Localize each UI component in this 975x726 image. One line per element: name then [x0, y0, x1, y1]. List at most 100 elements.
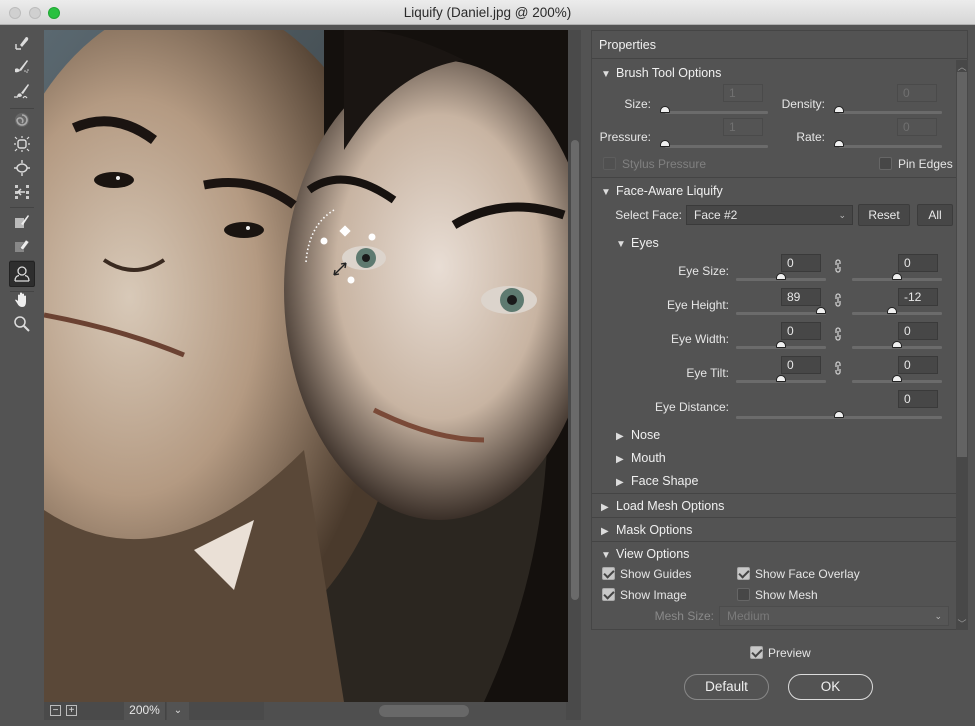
zoom-level-field[interactable]: 200%: [124, 702, 166, 720]
pin-edges-label: Pin Edges: [898, 157, 953, 171]
select-face-dropdown[interactable]: Face #2 ⌄: [686, 205, 853, 225]
push-left-tool[interactable]: [9, 181, 35, 203]
eye-row-right-field[interactable]: -12: [898, 288, 938, 306]
eye-row-right-slider[interactable]: [852, 312, 942, 315]
twirl-clockwise-tool[interactable]: [9, 109, 35, 131]
eye-row-left-field[interactable]: 0: [781, 322, 821, 340]
face-shape-header[interactable]: ▶ Face Shape: [592, 470, 956, 494]
chevron-down-icon: ⌄: [838, 210, 846, 220]
stylus-pressure-label: Stylus Pressure: [622, 157, 707, 171]
pin-edges-checkbox[interactable]: [879, 157, 892, 170]
disclosure-collapsed-icon: ▶: [616, 454, 624, 465]
eye-row-left-slider[interactable]: [736, 312, 826, 315]
all-button[interactable]: All: [917, 204, 953, 226]
eye-row-right-field[interactable]: 0: [898, 254, 938, 272]
default-button[interactable]: Default: [684, 674, 769, 700]
thaw-mask-tool[interactable]: [9, 234, 35, 256]
size-slider[interactable]: [665, 111, 768, 114]
rate-field[interactable]: 0: [897, 118, 937, 136]
canvas-vertical-scrollbar[interactable]: [568, 30, 581, 702]
smooth-tool[interactable]: [9, 80, 35, 102]
size-slider-knob[interactable]: [660, 106, 670, 113]
mesh-size-dropdown[interactable]: Medium ⌄: [719, 606, 949, 626]
canvas-horizontal-scroll-thumb[interactable]: [379, 705, 469, 717]
link-chain-icon[interactable]: [833, 292, 843, 308]
ok-button[interactable]: OK: [788, 674, 873, 700]
face-aware-liquify-header[interactable]: ▼ Face-Aware Liquify: [592, 180, 956, 204]
link-chain-icon[interactable]: [833, 326, 843, 342]
eye-row-left-field[interactable]: 0: [781, 356, 821, 374]
mouth-label: Mouth: [631, 451, 666, 465]
eye-row-right-slider-knob[interactable]: [892, 375, 902, 382]
hand-tool[interactable]: [9, 289, 35, 311]
eye-row-right-slider-knob[interactable]: [892, 273, 902, 280]
eye-row-right-slider-knob[interactable]: [892, 341, 902, 348]
nose-header[interactable]: ▶ Nose: [592, 424, 956, 448]
face-icon: [14, 266, 30, 282]
rate-slider[interactable]: [839, 145, 942, 148]
select-face-label: Select Face:: [615, 208, 682, 222]
zoom-tool[interactable]: [9, 313, 35, 335]
brush-tool-options-header[interactable]: ▼ Brush Tool Options: [592, 62, 956, 86]
pressure-slider-knob[interactable]: [660, 140, 670, 147]
rate-slider-knob[interactable]: [834, 140, 844, 147]
properties-scrollbar[interactable]: ︿ ﹀: [956, 60, 968, 630]
pucker-tool[interactable]: [9, 133, 35, 155]
eye-distance-slider-knob[interactable]: [834, 411, 844, 418]
zoom-in-button[interactable]: +: [66, 705, 77, 716]
density-slider[interactable]: [839, 111, 942, 114]
eye-row-left-slider-knob[interactable]: [776, 375, 786, 382]
link-chain-icon[interactable]: [833, 258, 843, 274]
view-options-header[interactable]: ▼ View Options: [592, 543, 956, 567]
eye-distance-field[interactable]: 0: [898, 390, 938, 408]
link-chain-icon[interactable]: [833, 360, 843, 376]
eyes-header[interactable]: ▼ Eyes: [592, 232, 956, 256]
eye-row-right-field[interactable]: 0: [898, 322, 938, 340]
eye-row-left-slider-knob[interactable]: [776, 341, 786, 348]
select-face-value: Face #2: [694, 208, 738, 222]
eye-row-left-field[interactable]: 0: [781, 254, 821, 272]
disclosure-collapsed-icon: ▶: [601, 502, 609, 513]
smooth-icon: [14, 84, 29, 99]
zoom-out-button[interactable]: −: [50, 705, 61, 716]
size-field[interactable]: 1: [723, 84, 763, 102]
density-field[interactable]: 0: [897, 84, 937, 102]
pressure-field[interactable]: 1: [723, 118, 763, 136]
canvas-vertical-scroll-thumb[interactable]: [571, 140, 579, 600]
freeze-mask-tool[interactable]: [9, 210, 35, 232]
forward-warp-tool[interactable]: [9, 32, 35, 54]
disclosure-expanded-icon: ▼: [601, 550, 611, 561]
density-slider-knob[interactable]: [834, 106, 844, 113]
reconstruct-tool[interactable]: [9, 56, 35, 78]
scroll-down-icon[interactable]: ﹀: [956, 617, 968, 630]
mask-options-header[interactable]: ▶ Mask Options: [592, 519, 956, 543]
pressure-slider[interactable]: [665, 145, 768, 148]
reset-button[interactable]: Reset: [858, 204, 910, 226]
properties-scroll-thumb[interactable]: [957, 72, 967, 457]
show-mesh-checkbox[interactable]: [737, 588, 750, 601]
show-face-overlay-checkbox[interactable]: [737, 567, 750, 580]
show-image-checkbox[interactable]: [602, 588, 615, 601]
eye-row-left-field[interactable]: 89: [781, 288, 821, 306]
face-tool[interactable]: [9, 261, 35, 287]
canvas-horizontal-scrollbar[interactable]: [264, 702, 566, 720]
bloat-tool[interactable]: [9, 157, 35, 179]
eye-row-right-field[interactable]: 0: [898, 356, 938, 374]
zoom-level-dropdown[interactable]: ⌄: [167, 702, 189, 720]
tools-panel: [0, 25, 44, 726]
stylus-pressure-checkbox[interactable]: [603, 157, 616, 170]
push-left-icon: [15, 185, 29, 199]
load-mesh-options-header[interactable]: ▶ Load Mesh Options: [592, 495, 956, 519]
eye-row-label: Eye Width:: [670, 332, 729, 346]
eye-row-left-slider-knob[interactable]: [816, 307, 827, 314]
mesh-size-label: Mesh Size:: [654, 609, 714, 623]
show-guides-label: Show Guides: [620, 567, 692, 581]
image-canvas[interactable]: [44, 30, 568, 702]
preview-checkbox[interactable]: [750, 646, 763, 659]
eye-row-right-slider-knob[interactable]: [886, 307, 897, 314]
show-guides-checkbox[interactable]: [602, 567, 615, 580]
eye-row-left-slider-knob[interactable]: [776, 273, 786, 280]
chevron-down-icon: ⌄: [934, 611, 942, 621]
mouth-header[interactable]: ▶ Mouth: [592, 447, 956, 471]
thaw-mask-icon: [15, 239, 30, 252]
